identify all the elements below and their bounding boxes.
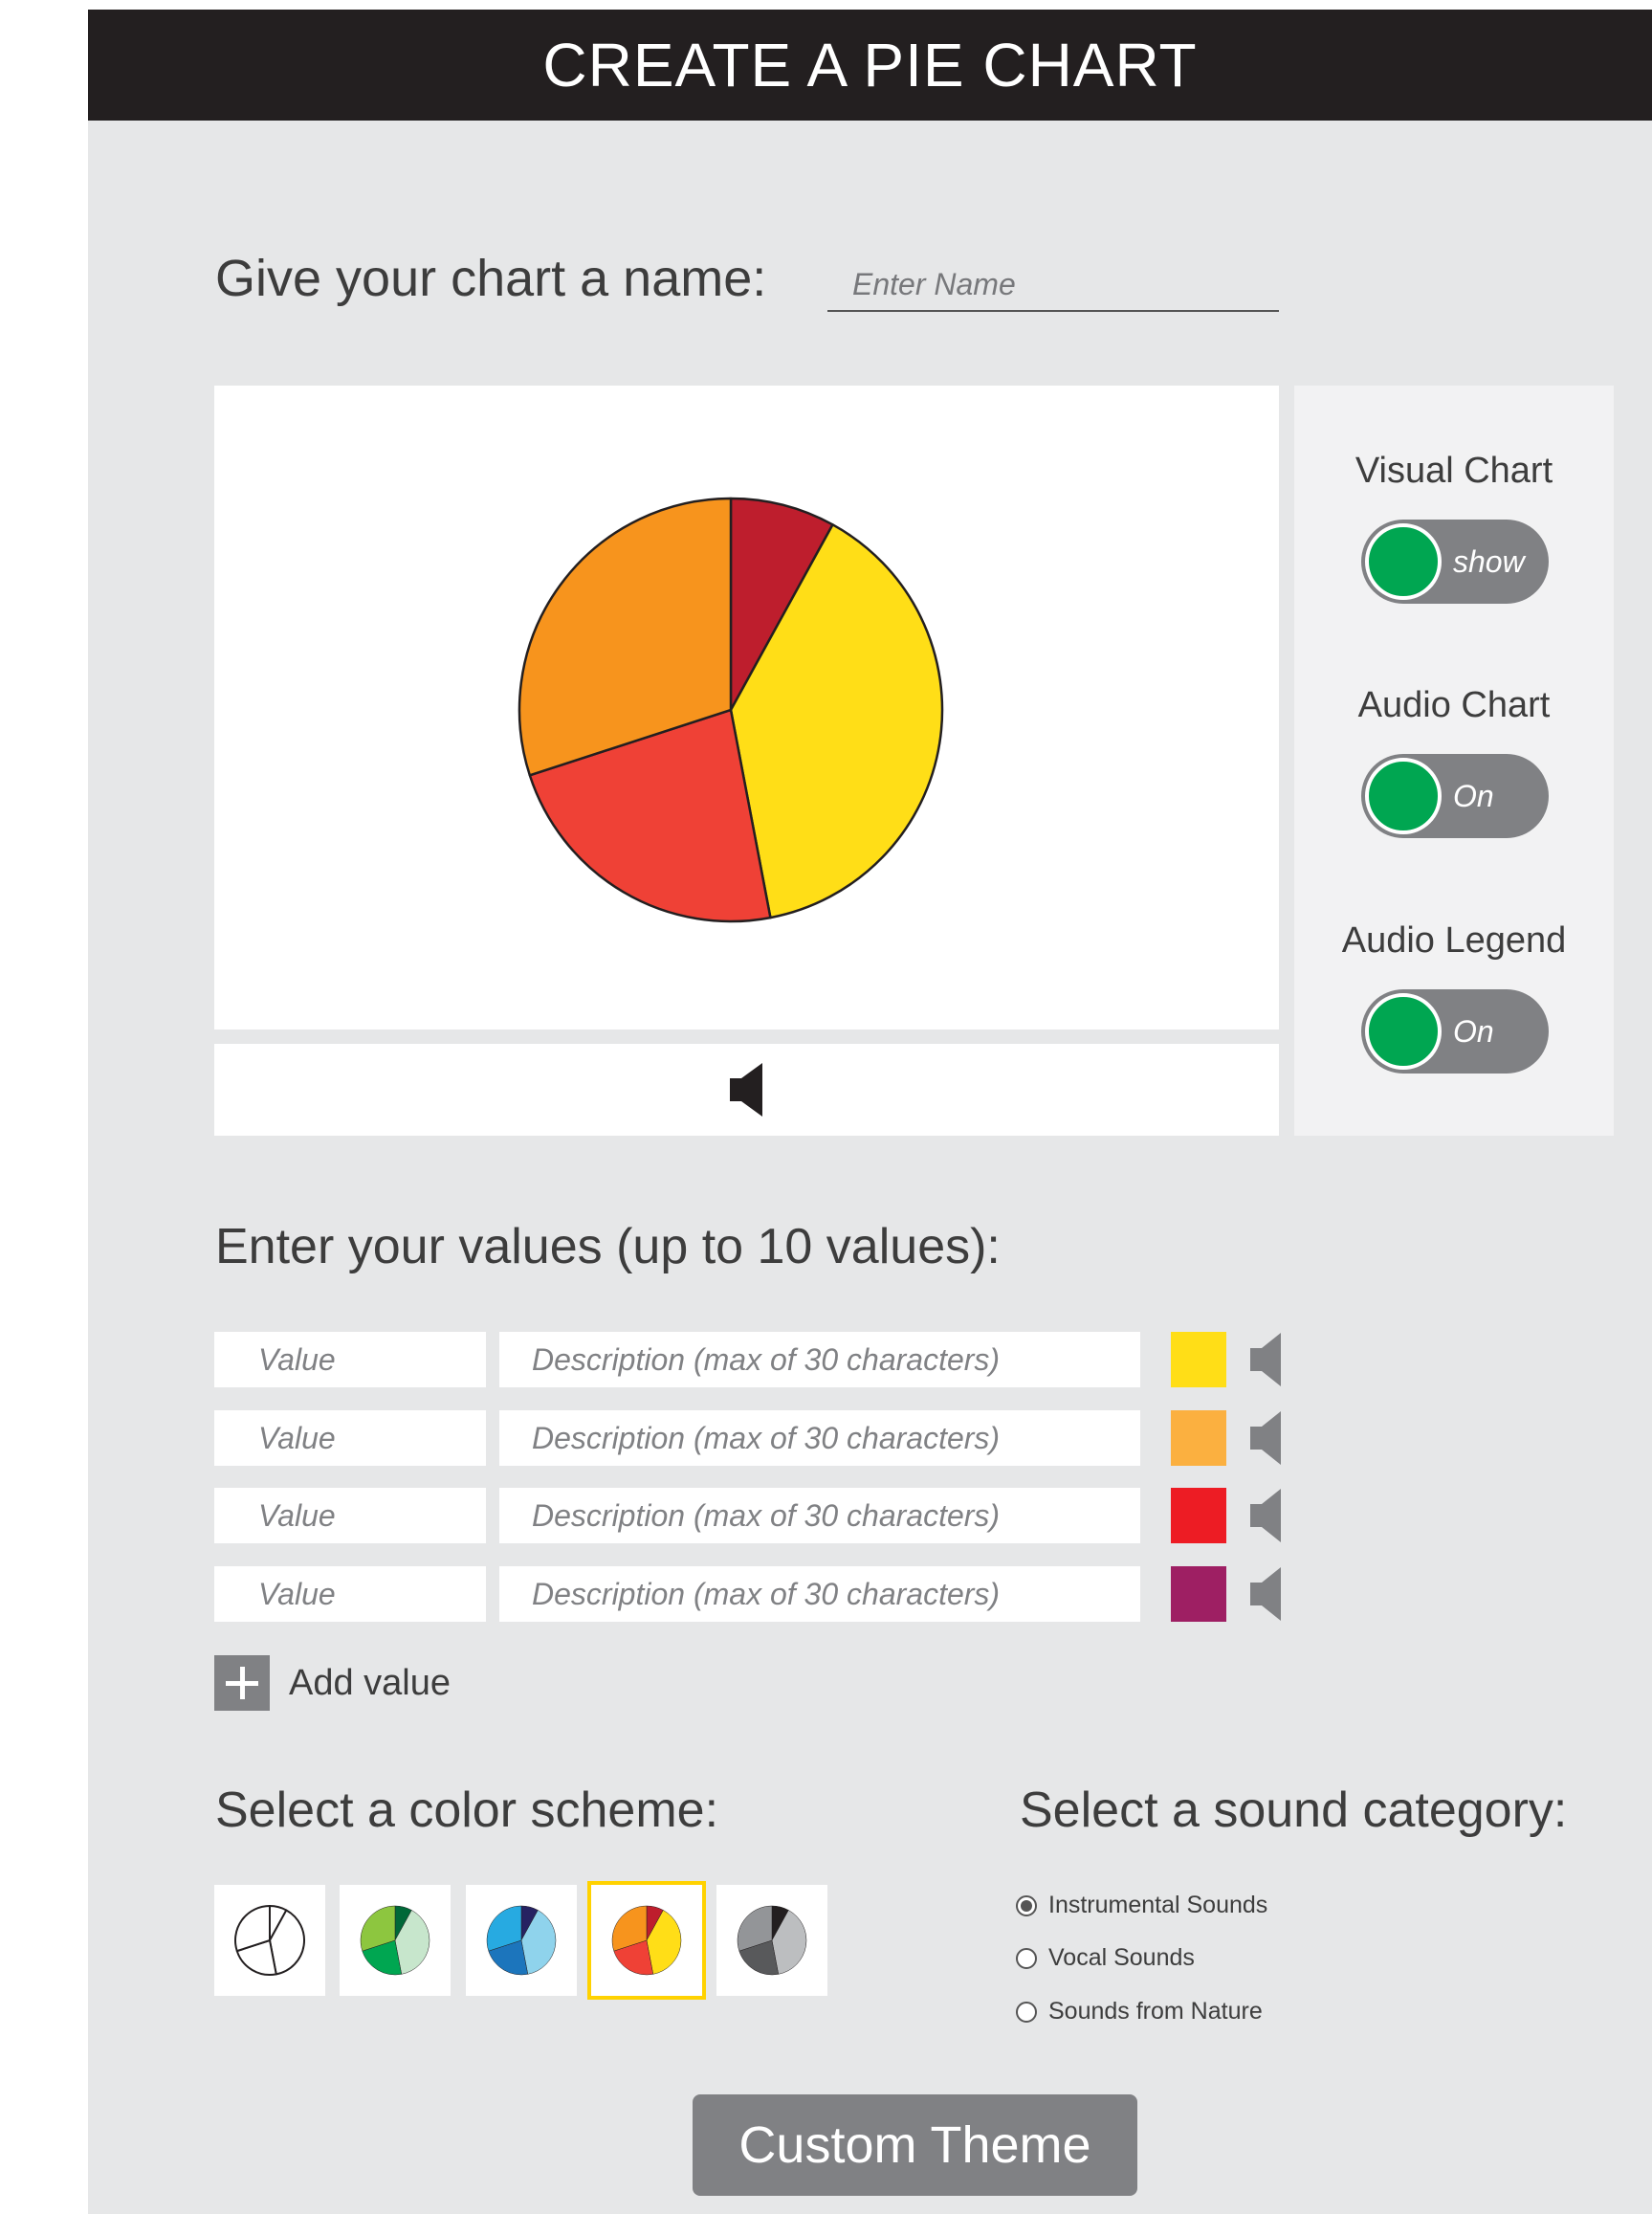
custom-theme-button[interactable]: Custom Theme: [693, 2094, 1137, 2196]
radio-sounds-from-nature[interactable]: Sounds from Nature: [1016, 1998, 1263, 2026]
values-section-title: Enter your values (up to 10 values):: [215, 1219, 1001, 1274]
audio-legend-toggle[interactable]: On: [1361, 989, 1549, 1074]
plus-icon: [214, 1655, 270, 1711]
value-input[interactable]: [214, 1410, 486, 1466]
toggle-state: On: [1453, 779, 1494, 813]
radio-label: Sounds from Nature: [1048, 1998, 1263, 2025]
color-scheme-warm[interactable]: [587, 1881, 706, 2000]
speaker-icon[interactable]: [1250, 1567, 1283, 1621]
color-swatch[interactable]: [1171, 1566, 1226, 1622]
add-value-button[interactable]: Add value: [214, 1655, 451, 1711]
value-row: [214, 1488, 1370, 1543]
speaker-icon[interactable]: [1250, 1411, 1283, 1465]
description-input[interactable]: [499, 1332, 1140, 1387]
color-swatch[interactable]: [1171, 1488, 1226, 1543]
audio-chart-label: Audio Chart: [1357, 685, 1551, 725]
value-row: [214, 1410, 1370, 1466]
value-input[interactable]: [214, 1332, 486, 1387]
speaker-icon[interactable]: [1250, 1489, 1283, 1542]
visual-chart-toggle[interactable]: show: [1361, 520, 1549, 604]
color-scheme-outline[interactable]: [214, 1885, 325, 1996]
display-options-panel: Visual Chart show Audio Chart On Audio L…: [1294, 386, 1614, 1136]
toggle-state: show: [1453, 544, 1525, 579]
radio-instrumental-sounds[interactable]: Instrumental Sounds: [1016, 1892, 1267, 1919]
toggle-knob: [1365, 758, 1442, 834]
play-audio-button[interactable]: [214, 1044, 1279, 1136]
value-row: [214, 1332, 1370, 1387]
value-input[interactable]: [214, 1488, 486, 1543]
sound-category-title: Select a sound category:: [1020, 1782, 1568, 1838]
visual-chart-label: Visual Chart: [1355, 451, 1553, 491]
add-value-label: Add value: [289, 1662, 452, 1703]
radio-label: Instrumental Sounds: [1048, 1892, 1268, 1918]
toggle-state: On: [1453, 1014, 1494, 1049]
radio-label: Vocal Sounds: [1048, 1944, 1195, 1971]
radio-vocal-sounds[interactable]: Vocal Sounds: [1016, 1944, 1195, 1972]
scheme-preview-icon: [486, 1905, 557, 1976]
scheme-preview-icon: [611, 1905, 682, 1976]
toggle-knob: [1365, 523, 1442, 600]
radio-indicator: [1016, 1894, 1037, 1916]
color-scheme-greens[interactable]: [340, 1885, 451, 1996]
audio-chart-toggle[interactable]: On: [1361, 754, 1549, 838]
chart-panel: [214, 386, 1279, 1030]
chart-name-label: Give your chart a name:: [215, 250, 767, 307]
radio-indicator: [1016, 1947, 1037, 1969]
speaker-icon: [729, 1063, 762, 1117]
page-title: CREATE A PIE CHART: [88, 10, 1652, 121]
color-swatch[interactable]: [1171, 1332, 1226, 1387]
scheme-preview-icon: [234, 1905, 305, 1976]
value-input[interactable]: [214, 1566, 486, 1622]
audio-legend-label: Audio Legend: [1341, 920, 1567, 961]
scheme-preview-icon: [360, 1905, 430, 1976]
color-scheme-title: Select a color scheme:: [215, 1782, 719, 1838]
description-input[interactable]: [499, 1566, 1140, 1622]
toggle-knob: [1365, 993, 1442, 1070]
description-input[interactable]: [499, 1410, 1140, 1466]
app-window: CREATE A PIE CHART Give your chart a nam…: [88, 10, 1652, 2214]
speaker-icon[interactable]: [1250, 1333, 1283, 1386]
value-row: [214, 1566, 1370, 1622]
pie-chart[interactable]: [214, 386, 1279, 1030]
scheme-preview-icon: [737, 1905, 807, 1976]
chart-name-input[interactable]: [827, 258, 1279, 312]
color-swatch[interactable]: [1171, 1410, 1226, 1466]
color-scheme-grays[interactable]: [716, 1885, 827, 1996]
color-scheme-blues[interactable]: [466, 1885, 577, 1996]
description-input[interactable]: [499, 1488, 1140, 1543]
radio-indicator: [1016, 2001, 1037, 2023]
